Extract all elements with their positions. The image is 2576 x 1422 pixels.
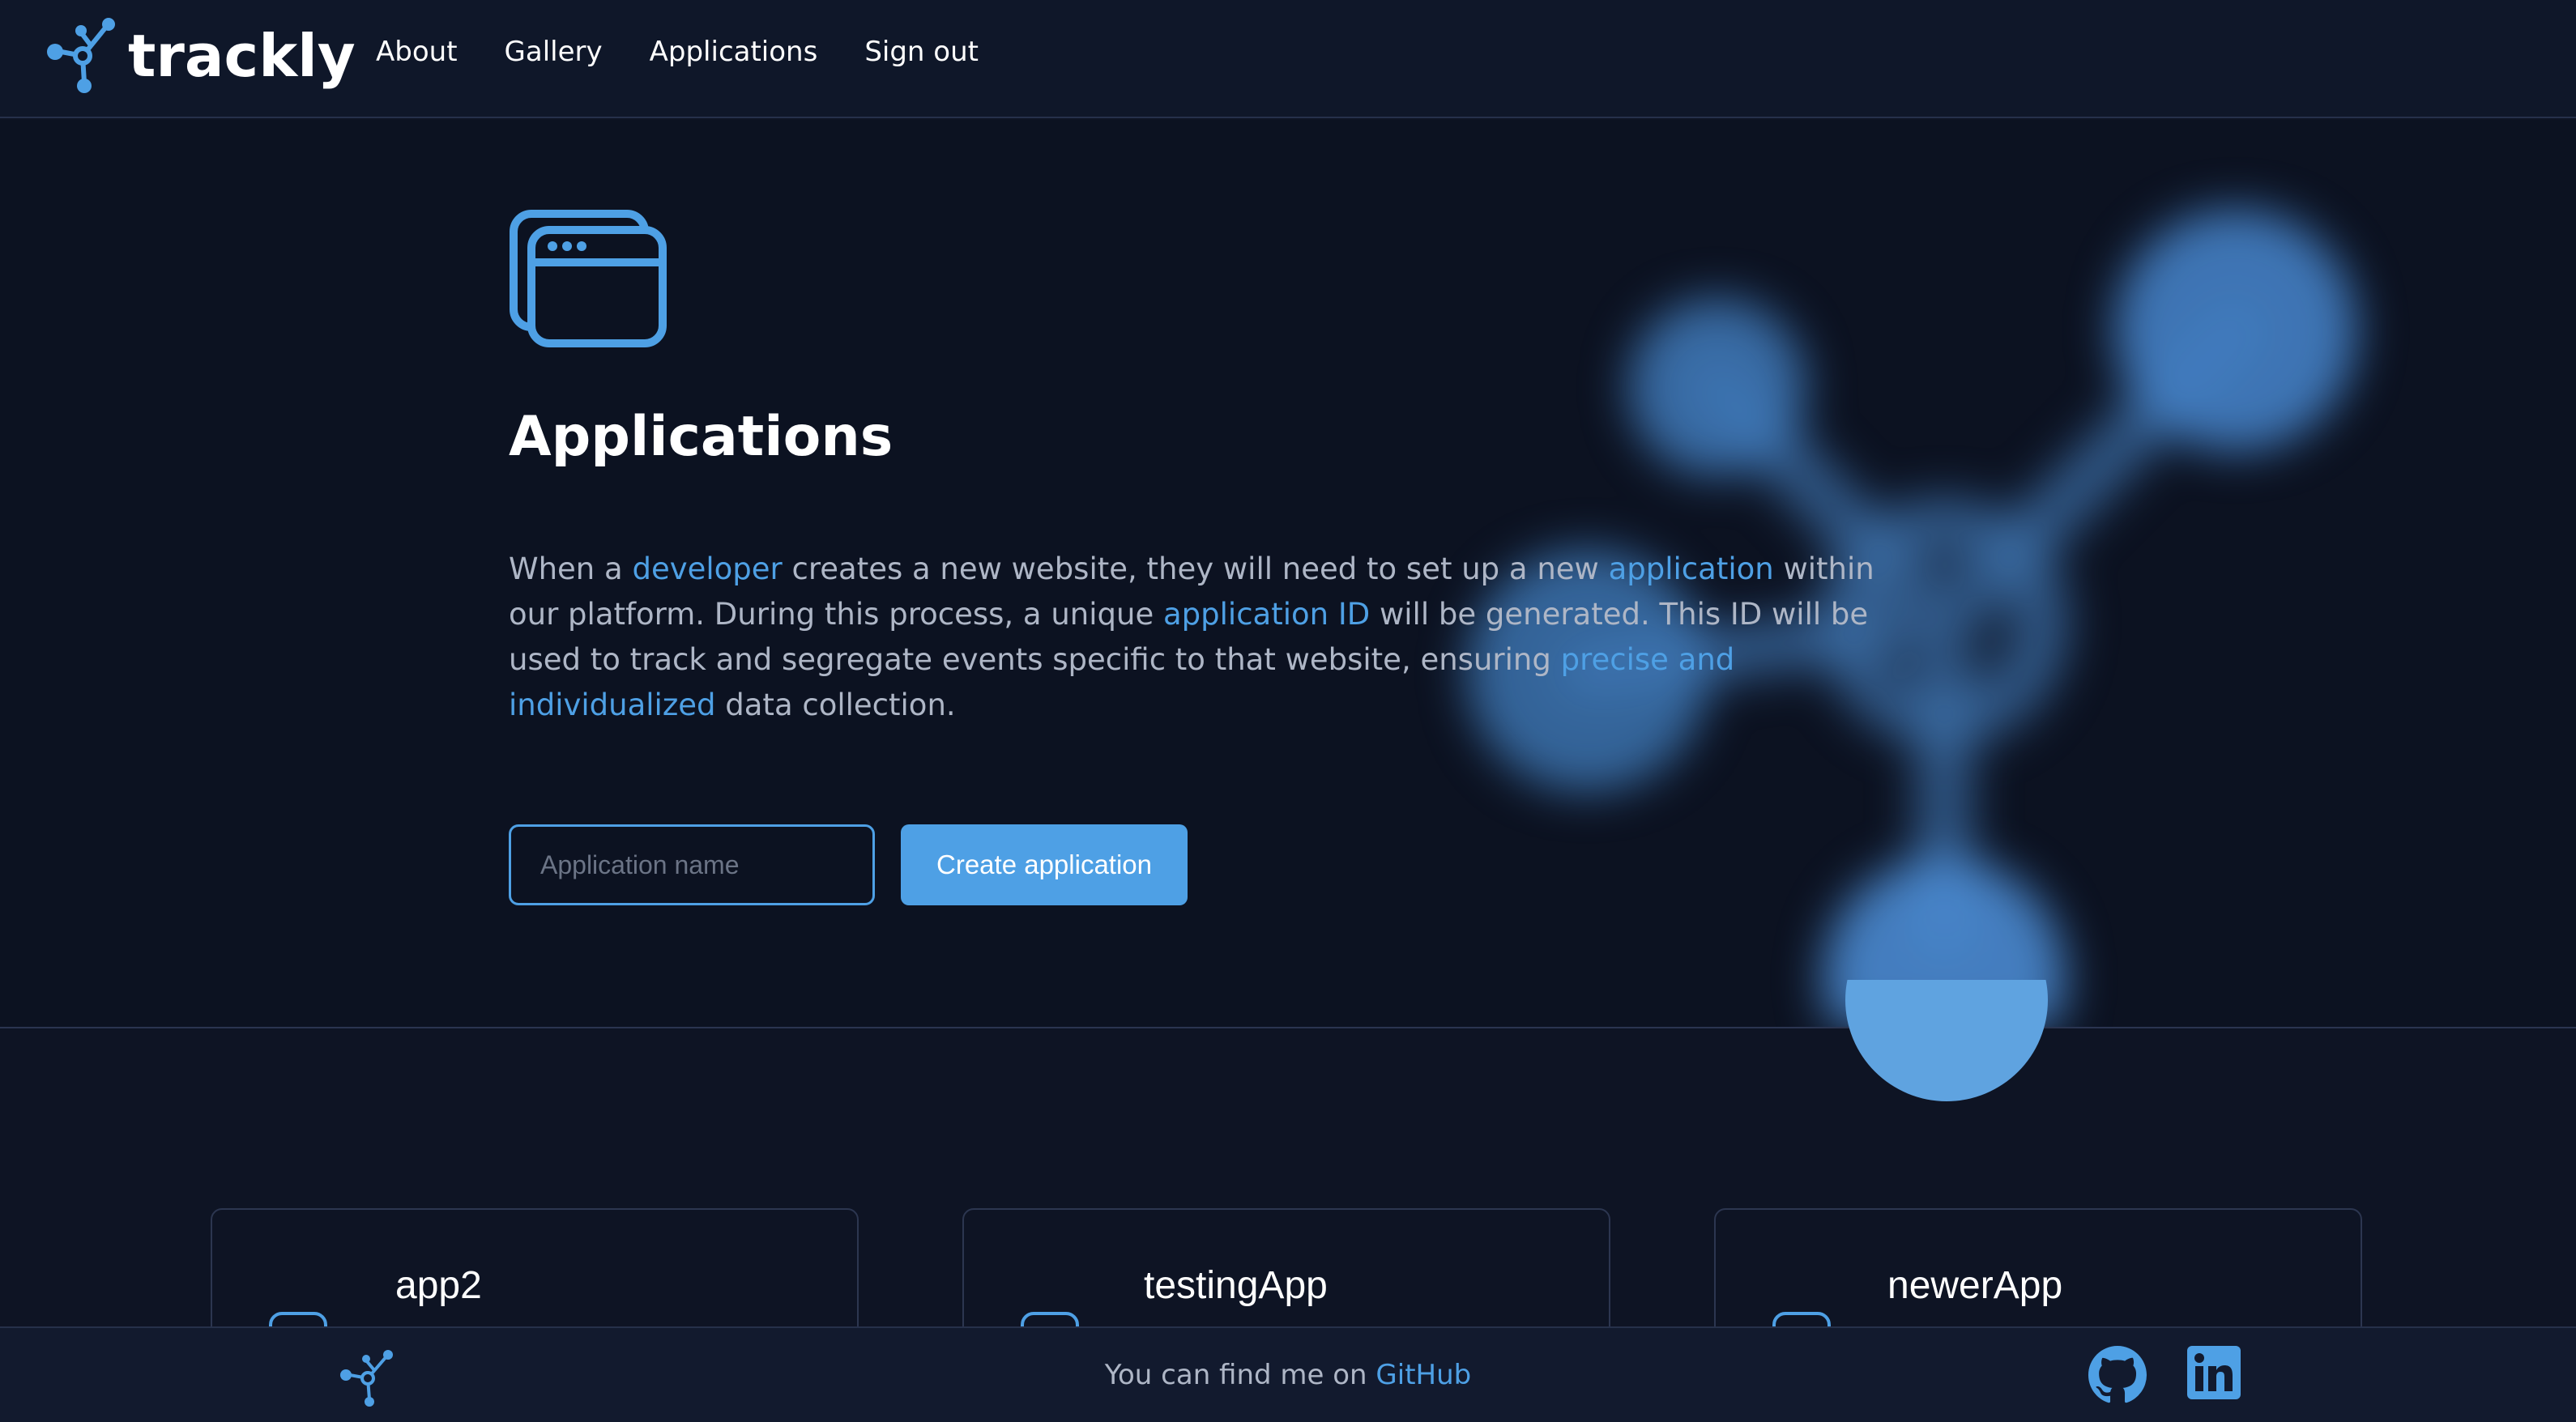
application-name: testingApp bbox=[1144, 1264, 1328, 1307]
top-navbar: trackly About Gallery Applications Sign … bbox=[0, 0, 2576, 118]
create-application-form: Create application bbox=[509, 824, 1188, 905]
application-name: app2 bbox=[395, 1264, 482, 1307]
application-name: newerApp bbox=[1887, 1264, 2063, 1307]
desc-highlight: developer bbox=[632, 551, 783, 586]
nav-applications[interactable]: Applications bbox=[650, 36, 818, 68]
desc-highlight: application bbox=[1608, 551, 1774, 586]
footer-credit-text: You can find me on bbox=[1104, 1359, 1376, 1391]
nav-gallery[interactable]: Gallery bbox=[505, 36, 603, 68]
footer: You can find me on GitHub bbox=[0, 1326, 2576, 1422]
desc-highlight: application ID bbox=[1162, 597, 1371, 632]
section-divider bbox=[0, 1027, 2576, 1028]
nav-sign-out[interactable]: Sign out bbox=[864, 36, 979, 68]
github-link[interactable]: GitHub bbox=[1375, 1359, 1471, 1391]
browser-windows-icon bbox=[510, 210, 667, 347]
network-node-decoration bbox=[1845, 980, 2048, 1101]
create-application-button[interactable]: Create application bbox=[901, 824, 1188, 905]
desc-text: data collection. bbox=[715, 688, 956, 722]
linkedin-icon[interactable] bbox=[2187, 1346, 2241, 1399]
github-icon[interactable] bbox=[2088, 1346, 2147, 1404]
hero-content: Applications When a developer creates a … bbox=[509, 209, 1902, 728]
network-node-icon bbox=[47, 18, 115, 93]
main-nav: About Gallery Applications Sign out bbox=[376, 36, 979, 68]
desc-text: creates a new website, they will need to… bbox=[782, 551, 1609, 586]
page-description: When a developer creates a new website, … bbox=[509, 547, 1902, 728]
brand-name: trackly bbox=[128, 22, 356, 90]
application-name-input[interactable] bbox=[509, 824, 875, 905]
applications-hero: Applications When a developer creates a … bbox=[0, 120, 2576, 1027]
page-title: Applications bbox=[509, 405, 893, 469]
desc-text: When a bbox=[509, 551, 633, 586]
brand-logo[interactable]: trackly bbox=[45, 18, 356, 94]
nav-about[interactable]: About bbox=[376, 36, 458, 68]
